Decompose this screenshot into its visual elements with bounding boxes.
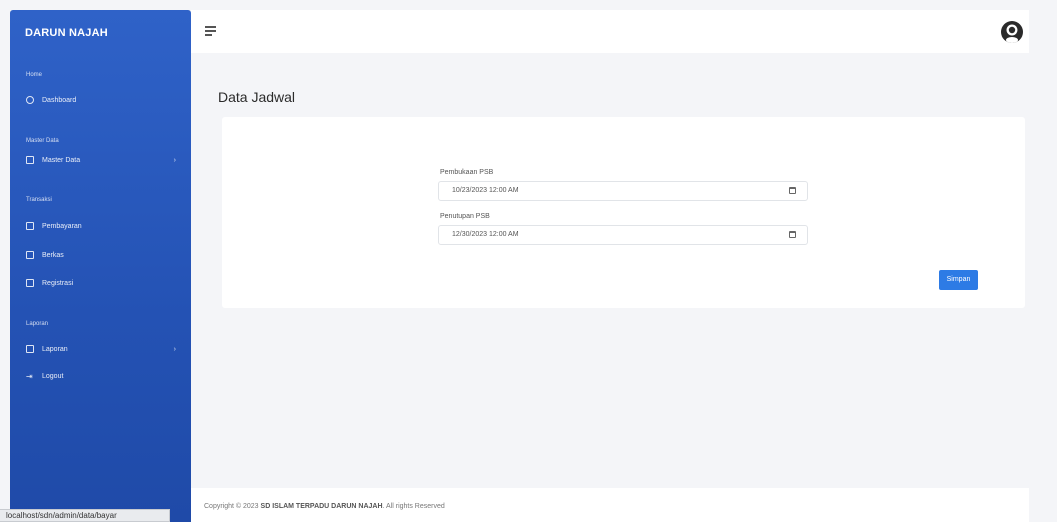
sidebar-item-label: Registrasi xyxy=(42,279,74,287)
user-avatar-icon[interactable] xyxy=(1000,20,1024,44)
nav-heading-home: Home xyxy=(26,72,43,78)
copyright-text: Copyright © 2023 SD ISLAM TERPADU DARUN … xyxy=(204,503,445,510)
sidebar-item-label: Berkas xyxy=(42,251,64,259)
sidebar-item-pembayaran[interactable]: Pembayaran xyxy=(26,219,176,233)
chevron-right-icon: › xyxy=(173,156,176,164)
copyright-suffix: . All rights Reserved xyxy=(382,503,445,510)
calendar-icon[interactable] xyxy=(789,187,796,194)
copyright-prefix: Copyright © 2023 xyxy=(204,503,259,510)
brand-logo[interactable]: DARUN NAJAH xyxy=(25,27,108,39)
sidebar-item-laporan[interactable]: Laporan › xyxy=(26,342,176,356)
opening-date-value: 10/23/2023 12:00 AM xyxy=(452,187,519,194)
sidebar-item-berkas[interactable]: Berkas xyxy=(26,248,176,262)
sidebar-item-master-data[interactable]: Master Data › xyxy=(26,153,176,167)
status-bar-url: localhost/sdn/admin/data/bayar xyxy=(0,509,170,522)
report-icon xyxy=(26,345,34,353)
sidebar-item-label: Laporan xyxy=(42,345,68,353)
save-button[interactable]: Simpan xyxy=(939,270,978,290)
closing-date-label: Penutupan PSB xyxy=(440,213,490,220)
nav-heading-laporan: Laporan xyxy=(26,321,49,327)
sidebar-item-label: Dashboard xyxy=(42,96,77,104)
topbar xyxy=(191,10,1029,53)
nav-heading-master-data: Master Data xyxy=(26,138,59,144)
sidebar-item-registrasi[interactable]: Registrasi xyxy=(26,276,176,290)
file-icon xyxy=(26,279,34,287)
calendar-icon[interactable] xyxy=(789,231,796,238)
nav-heading-transaksi: Transaksi xyxy=(26,197,52,203)
sidebar-item-label: Logout xyxy=(42,372,64,380)
file-icon xyxy=(26,222,34,230)
closing-date-input[interactable]: 12/30/2023 12:00 AM xyxy=(438,225,808,245)
opening-date-input[interactable]: 10/23/2023 12:00 AM xyxy=(438,181,808,201)
sidebar-item-logout[interactable]: ⇥ Logout xyxy=(26,369,176,383)
file-icon xyxy=(26,251,34,259)
chevron-right-icon: › xyxy=(173,345,176,353)
sidebar: DARUN NAJAH Home Dashboard Master Data M… xyxy=(10,10,191,522)
sidebar-item-label: Master Data xyxy=(42,156,81,164)
table-icon xyxy=(26,156,34,164)
closing-date-value: 12/30/2023 12:00 AM xyxy=(452,231,519,238)
copyright-brand: SD ISLAM TERPADU DARUN NAJAH xyxy=(260,503,383,510)
home-icon xyxy=(26,96,34,104)
page-title: Data Jadwal xyxy=(218,89,296,105)
footer: Copyright © 2023 SD ISLAM TERPADU DARUN … xyxy=(191,488,1029,522)
logout-icon: ⇥ xyxy=(26,371,33,381)
schedule-form-card: Pembukaan PSB 10/23/2023 12:00 AM Penutu… xyxy=(222,117,1025,308)
menu-toggle-icon[interactable] xyxy=(205,26,216,36)
sidebar-item-label: Pembayaran xyxy=(42,222,82,230)
sidebar-item-dashboard[interactable]: Dashboard xyxy=(26,93,176,107)
opening-date-label: Pembukaan PSB xyxy=(440,169,494,176)
